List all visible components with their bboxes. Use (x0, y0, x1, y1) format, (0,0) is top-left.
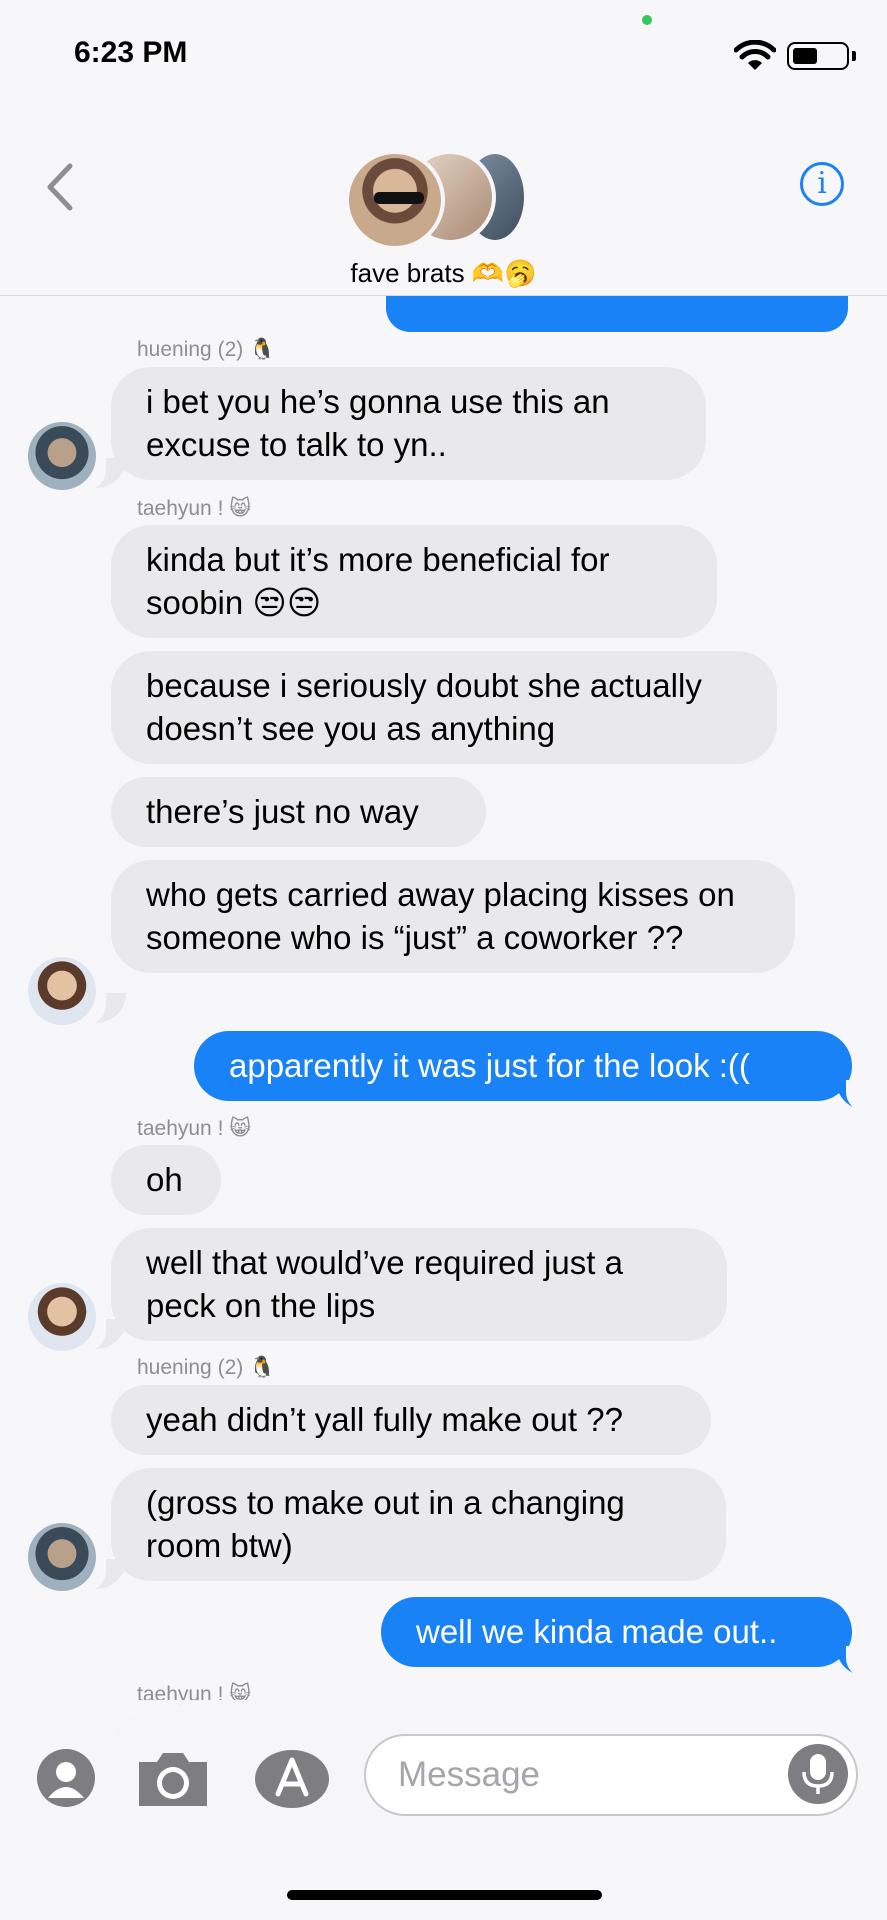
back-chevron-icon[interactable] (40, 160, 80, 215)
incoming-message[interactable]: because i seriously doubt she actually d… (111, 651, 777, 764)
sender-label: huening (2) 🐧 (137, 1356, 276, 1379)
status-time: 6:23 PM (74, 36, 188, 69)
incoming-message[interactable]: well that would’ve required just a peck … (111, 1228, 727, 1341)
sender-label: taehyun ! 😸 (137, 1117, 252, 1140)
incoming-message[interactable]: who gets carried away placing kisses on … (111, 860, 795, 973)
incoming-message[interactable]: oh (111, 1145, 221, 1215)
sender-label: huening (2) 🐧 (137, 338, 276, 361)
bubble-tail-mask (846, 1646, 866, 1678)
contact-icon[interactable] (36, 1748, 96, 1808)
sender-label: taehyun ! 😸 (137, 497, 252, 520)
message-input[interactable] (396, 1750, 770, 1800)
group-name[interactable]: fave brats 🫶🥱 (0, 258, 887, 289)
incoming-message[interactable]: there’s just no way (111, 777, 486, 847)
incoming-message[interactable]: yeah didn’t yall fully make out ?? (111, 1385, 711, 1455)
app-store-icon[interactable] (252, 1747, 332, 1811)
microphone-icon[interactable] (788, 1744, 848, 1804)
bubble-tail-mask (846, 1080, 866, 1112)
avatar-huening[interactable] (28, 1523, 96, 1591)
camera-icon[interactable] (135, 1750, 211, 1808)
incoming-message[interactable]: (gross to make out in a changing room bt… (111, 1468, 726, 1581)
battery-nub (852, 51, 856, 61)
camera-indicator-dot (642, 15, 652, 25)
home-indicator[interactable] (287, 1890, 602, 1900)
battery-icon (787, 42, 849, 70)
avatar-huening[interactable] (28, 422, 96, 490)
info-icon[interactable]: i (800, 162, 844, 206)
message-field[interactable] (364, 1734, 858, 1816)
incoming-message[interactable]: i bet you he’s gonna use this an excuse … (111, 367, 706, 480)
outgoing-message[interactable]: well we kinda made out.. (381, 1597, 852, 1667)
outgoing-message[interactable]: apparently it was just for the look :(( (194, 1031, 852, 1101)
avatar-taehyun[interactable] (28, 957, 96, 1025)
incoming-message[interactable]: kinda but it’s more beneficial for soobi… (111, 525, 717, 638)
group-avatar-1[interactable] (345, 150, 445, 250)
wifi-icon (734, 40, 776, 70)
avatar-taehyun[interactable] (28, 1283, 96, 1351)
